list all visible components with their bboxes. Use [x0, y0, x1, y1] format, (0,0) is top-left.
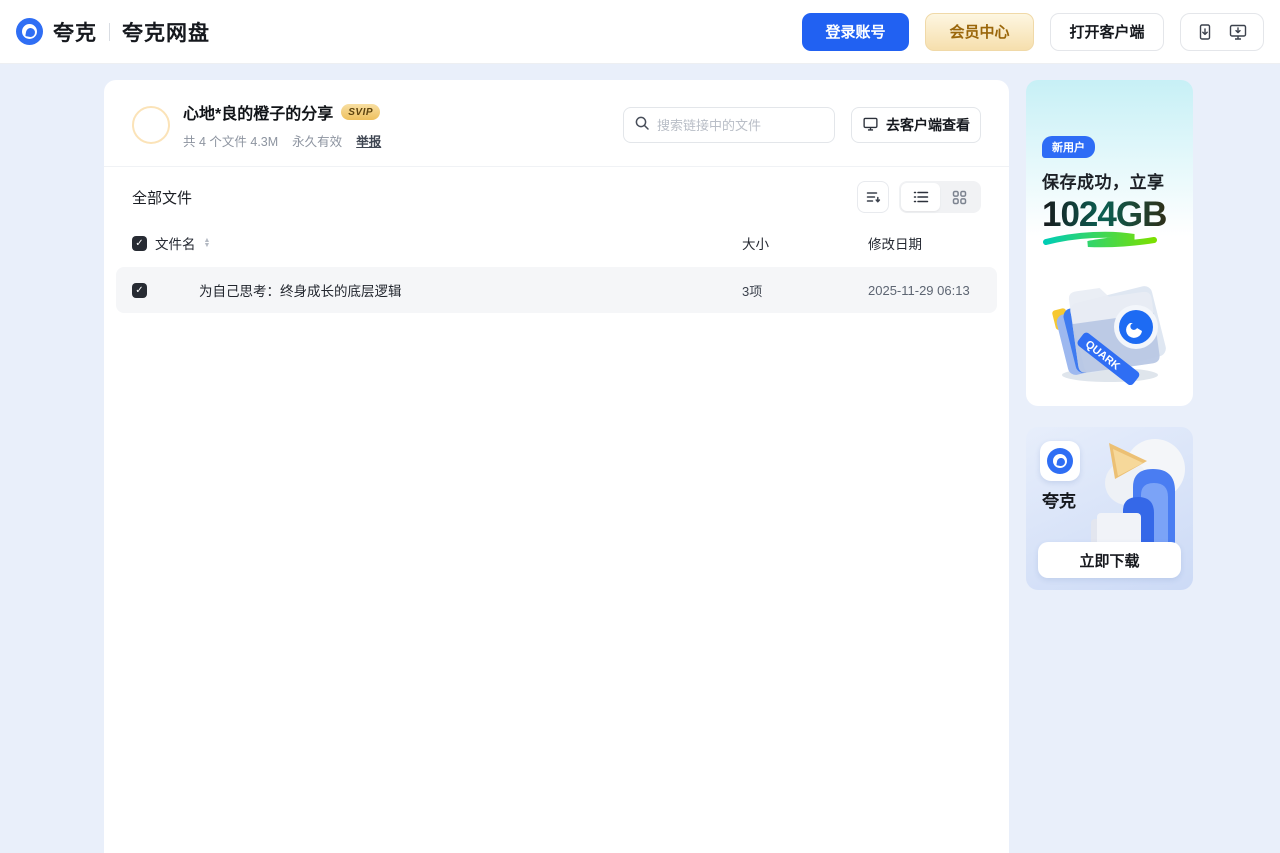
login-button[interactable]: 登录账号 [802, 12, 909, 51]
file-list-toolbar: 全部文件 [104, 167, 1009, 225]
grid-view-button[interactable] [940, 183, 979, 211]
app-card-illustration [1091, 439, 1185, 557]
promo-text: 保存成功，立享 [1042, 173, 1165, 192]
view-mode-switch [899, 181, 981, 213]
download-apps-group [1180, 12, 1264, 51]
new-user-badge: 新用户 [1042, 136, 1095, 158]
table-header-row: ✓ 文件名 ▲ ▼ 大小 修改日期 [104, 225, 1009, 261]
search-box[interactable] [623, 107, 835, 143]
column-modified-label: 修改日期 [868, 237, 922, 252]
select-all-checkbox[interactable]: ✓ [132, 235, 147, 251]
vip-center-button[interactable]: 会员中心 [925, 12, 1034, 51]
file-row[interactable]: ✓ 为自己思考：终身成长的底层逻辑 3项 2025-11-29 06:13 [116, 267, 997, 313]
all-files-label: 全部文件 [132, 189, 193, 207]
app-name: 夸克 [1042, 492, 1076, 511]
report-link[interactable]: 举报 [356, 131, 381, 150]
row-checkbox[interactable]: ✓ [132, 282, 147, 298]
sharer-avatar [132, 106, 170, 144]
monitor-icon [862, 116, 879, 135]
column-size-label: 大小 [742, 237, 769, 252]
new-user-promo-card[interactable]: 新用户 保存成功，立享 1024GB QUARK [1026, 80, 1193, 406]
open-client-button[interactable]: 打开客户端 [1050, 12, 1164, 51]
download-now-button[interactable]: 立即下载 [1038, 542, 1181, 578]
folder-illustration: QUARK [1051, 286, 1166, 385]
file-icon [159, 276, 199, 304]
share-content-panel: 心地*良的橙子的分享 SVIP 共 4 个文件 4.3M 永久有效 举报 搜索链… [104, 80, 1009, 853]
desktop-download-icon[interactable] [1228, 23, 1248, 41]
file-size: 3项 [742, 283, 763, 299]
file-name[interactable]: 为自己思考：终身成长的底层逻辑 [199, 280, 402, 300]
sort-order-button[interactable] [857, 181, 889, 213]
app-download-card[interactable]: 夸克 立即下载 [1026, 427, 1193, 590]
top-navigation-bar: 夸克 夸克网盘 登录账号 会员中心 打开客户端 [0, 0, 1280, 64]
view-in-client-button[interactable]: 去客户端查看 [851, 107, 981, 143]
search-input[interactable] [657, 117, 824, 133]
file-modified-date: 2025-11-29 06:13 [868, 282, 970, 298]
brand-name: 夸克 [53, 21, 97, 45]
svip-badge: SVIP [341, 104, 381, 120]
share-validity: 永久有效 [292, 135, 343, 149]
share-title: 心地*良的橙子的分享 [183, 106, 334, 123]
brand-divider [109, 22, 110, 41]
share-file-count: 共 4 个文件 4.3M [183, 135, 279, 149]
product-name: 夸克网盘 [122, 21, 210, 45]
share-header: 心地*良的橙子的分享 SVIP 共 4 个文件 4.3M 永久有效 举报 搜索链… [104, 80, 1009, 167]
list-view-button[interactable] [901, 183, 940, 211]
promo-capacity: 1024GB [1042, 195, 1177, 235]
search-icon [634, 115, 650, 136]
mobile-download-icon[interactable] [1196, 23, 1214, 41]
quark-logo-icon [16, 18, 43, 45]
quark-logo-icon [1047, 448, 1073, 474]
column-name-label: 文件名 [155, 237, 196, 252]
quark-app-logo [1040, 441, 1080, 481]
brand-logo-group[interactable]: 夸克 夸克网盘 [16, 17, 210, 47]
name-sort-toggle[interactable]: ▲ ▼ [204, 237, 211, 249]
